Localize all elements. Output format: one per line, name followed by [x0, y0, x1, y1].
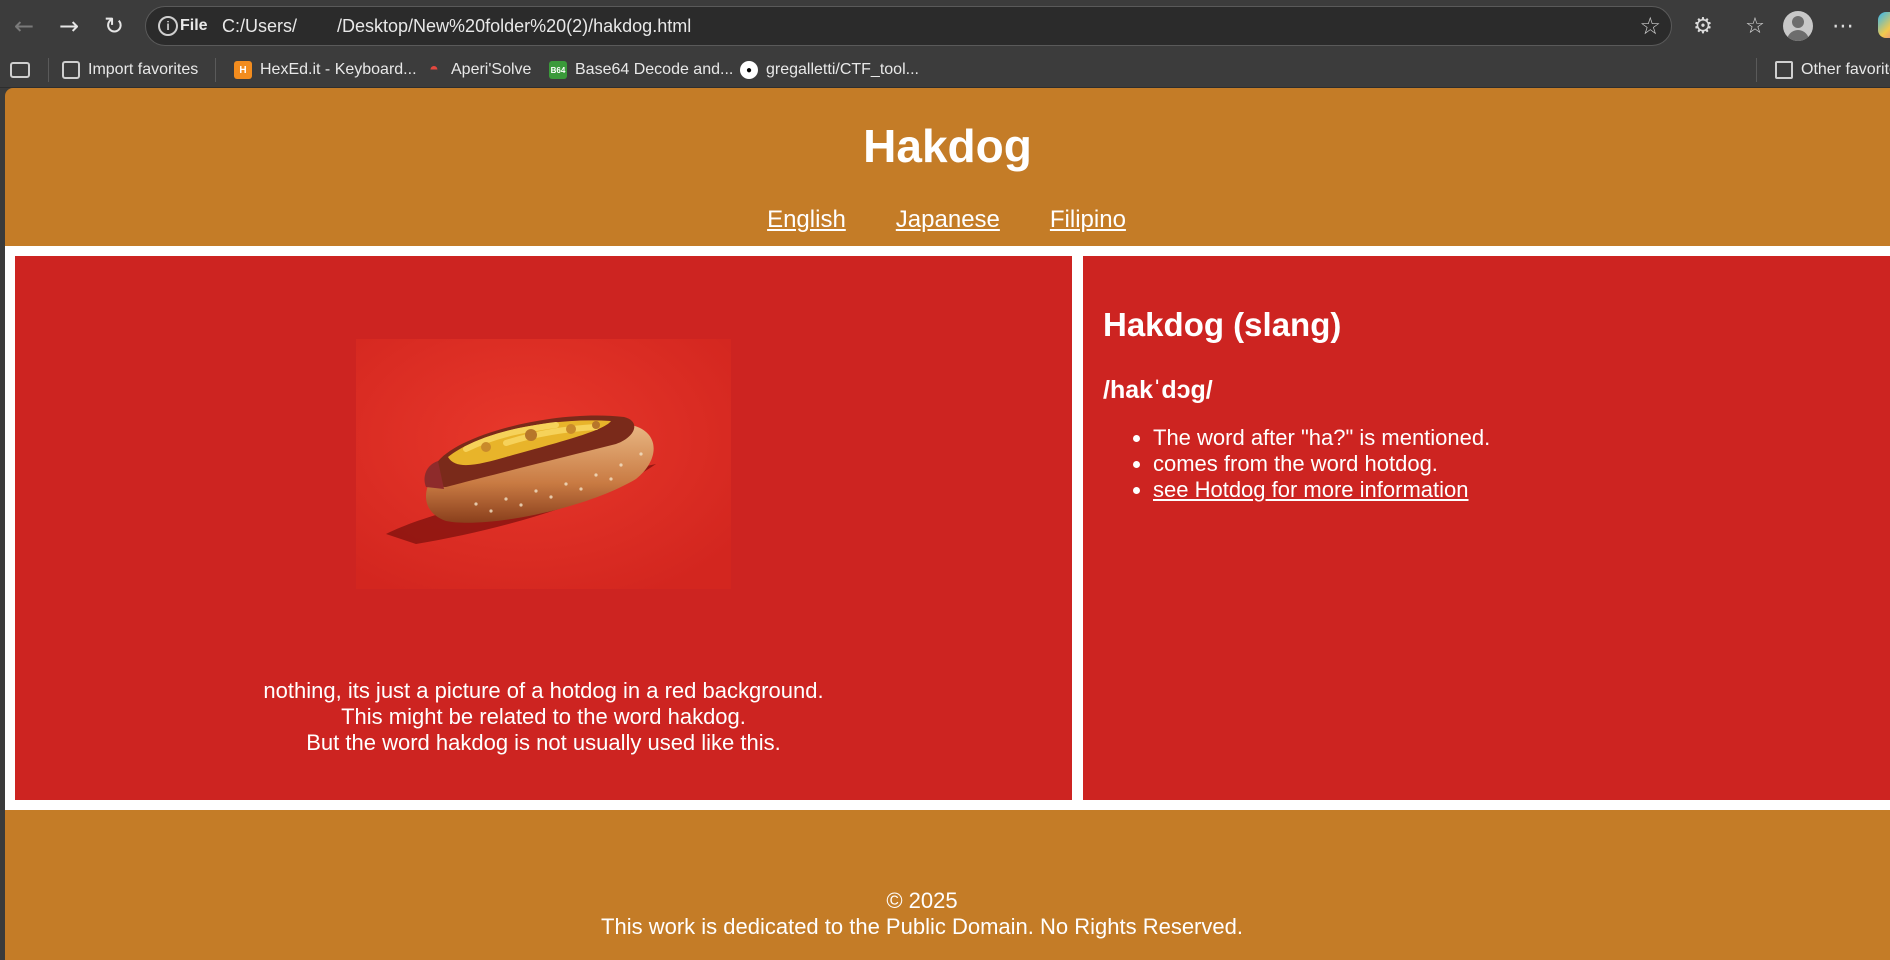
forward-button[interactable]: →	[51, 8, 87, 44]
folder-icon	[1775, 61, 1793, 79]
list-item: The word after "ha?" is mentioned.	[1153, 425, 1490, 451]
hotdog-info-link[interactable]: see Hotdog for more information	[1153, 477, 1469, 502]
caption-line: But the word hakdog is not usually used …	[306, 730, 781, 755]
definition-title: Hakdog (slang)	[1103, 306, 1342, 343]
extensions-icon[interactable]: ⚙	[1685, 8, 1721, 44]
bookmark-label: Other favorites	[1801, 61, 1890, 78]
browser-toolbar: ← → ↻ i File C:/Users/ /Desktop/New%20fo…	[0, 0, 1890, 52]
image-panel: nothing, its just a picture of a hotdog …	[15, 256, 1072, 800]
hotdog-image	[356, 339, 731, 589]
github-icon: ●	[740, 61, 758, 79]
list-item: comes from the word hotdog.	[1153, 451, 1490, 477]
nav-link-english[interactable]: English	[767, 206, 846, 234]
back-button[interactable]: ←	[6, 8, 42, 44]
bookmark-hexedit[interactable]: H HexEd.it - Keyboard...	[234, 58, 417, 82]
content-area: nothing, its just a picture of a hotdog …	[5, 246, 1890, 810]
page-viewport: Hakdog English Japanese Filipino nothing…	[5, 88, 1890, 960]
caption-line: nothing, its just a picture of a hotdog …	[263, 678, 824, 703]
definition-panel: Hakdog (slang) /hakˈdɔg/ The word after …	[1083, 256, 1890, 800]
bookmark-github[interactable]: ● gregalletti/CTF_tool...	[740, 58, 919, 82]
url-text[interactable]: C:/Users/ /Desktop/New%20folder%20(2)/ha…	[222, 16, 691, 37]
favorite-star-icon[interactable]: ☆	[1639, 12, 1661, 40]
arrow-left-icon: ←	[13, 12, 35, 40]
hexedit-icon: H	[234, 61, 252, 79]
tab-actions-icon[interactable]	[10, 58, 38, 82]
bookmark-label: HexEd.it - Keyboard...	[260, 61, 417, 78]
definition-list: The word after "ha?" is mentioned. comes…	[1153, 425, 1490, 503]
bookmark-aperisolve[interactable]: ◓ Aperi'Solve	[425, 58, 531, 82]
bookmark-other-favorites[interactable]: Other favorites	[1775, 58, 1890, 82]
watermelon-icon: ◓	[429, 61, 439, 78]
bookmark-divider	[1756, 58, 1757, 82]
tab-actions-glyph	[10, 62, 30, 78]
import-icon	[62, 61, 80, 79]
image-caption: nothing, its just a picture of a hotdog …	[15, 678, 1072, 756]
refresh-button[interactable]: ↻	[96, 8, 132, 44]
arrow-right-icon: →	[58, 12, 80, 40]
address-bar[interactable]: i File C:/Users/ /Desktop/New%20folder%2…	[145, 6, 1672, 46]
avatar-head	[1792, 16, 1804, 28]
copilot-icon[interactable]	[1878, 12, 1890, 38]
avatar-body	[1787, 30, 1809, 41]
copyright: © 2025	[886, 888, 958, 913]
base64-icon: B64	[549, 61, 567, 79]
bookmark-label: Aperi'Solve	[451, 61, 532, 78]
bookmark-import-favorites[interactable]: Import favorites	[62, 58, 198, 82]
more-menu-icon[interactable]: ⋯	[1825, 8, 1861, 44]
nav-link-filipino[interactable]: Filipino	[1050, 206, 1126, 234]
caption-line: This might be related to the word hakdog…	[341, 704, 746, 729]
page-footer: © 2025 This work is dedicated to the Pub…	[5, 888, 1890, 940]
bookmark-divider	[48, 58, 49, 82]
list-item: see Hotdog for more information	[1153, 477, 1490, 503]
bookmark-label: Import favorites	[88, 61, 199, 78]
license-notice: This work is dedicated to the Public Dom…	[601, 914, 1243, 939]
url-scheme-label: File	[180, 17, 208, 34]
pronunciation: /hakˈdɔg/	[1103, 376, 1213, 404]
bookmarks-bar: Import favorites H HexEd.it - Keyboard..…	[0, 52, 1890, 88]
page-title: Hakdog	[863, 120, 1032, 172]
info-icon[interactable]: i	[158, 16, 178, 36]
refresh-icon: ↻	[103, 12, 125, 40]
language-nav: English Japanese Filipino	[5, 206, 1890, 234]
favorites-icon[interactable]: ☆	[1737, 8, 1773, 44]
bookmark-label: Base64 Decode and...	[575, 61, 734, 78]
nav-link-japanese[interactable]: Japanese	[896, 206, 1000, 234]
profile-avatar[interactable]	[1783, 11, 1813, 41]
bookmark-label: gregalletti/CTF_tool...	[766, 61, 919, 78]
bookmark-divider	[215, 58, 216, 82]
bookmark-base64[interactable]: B64 Base64 Decode and...	[549, 58, 733, 82]
